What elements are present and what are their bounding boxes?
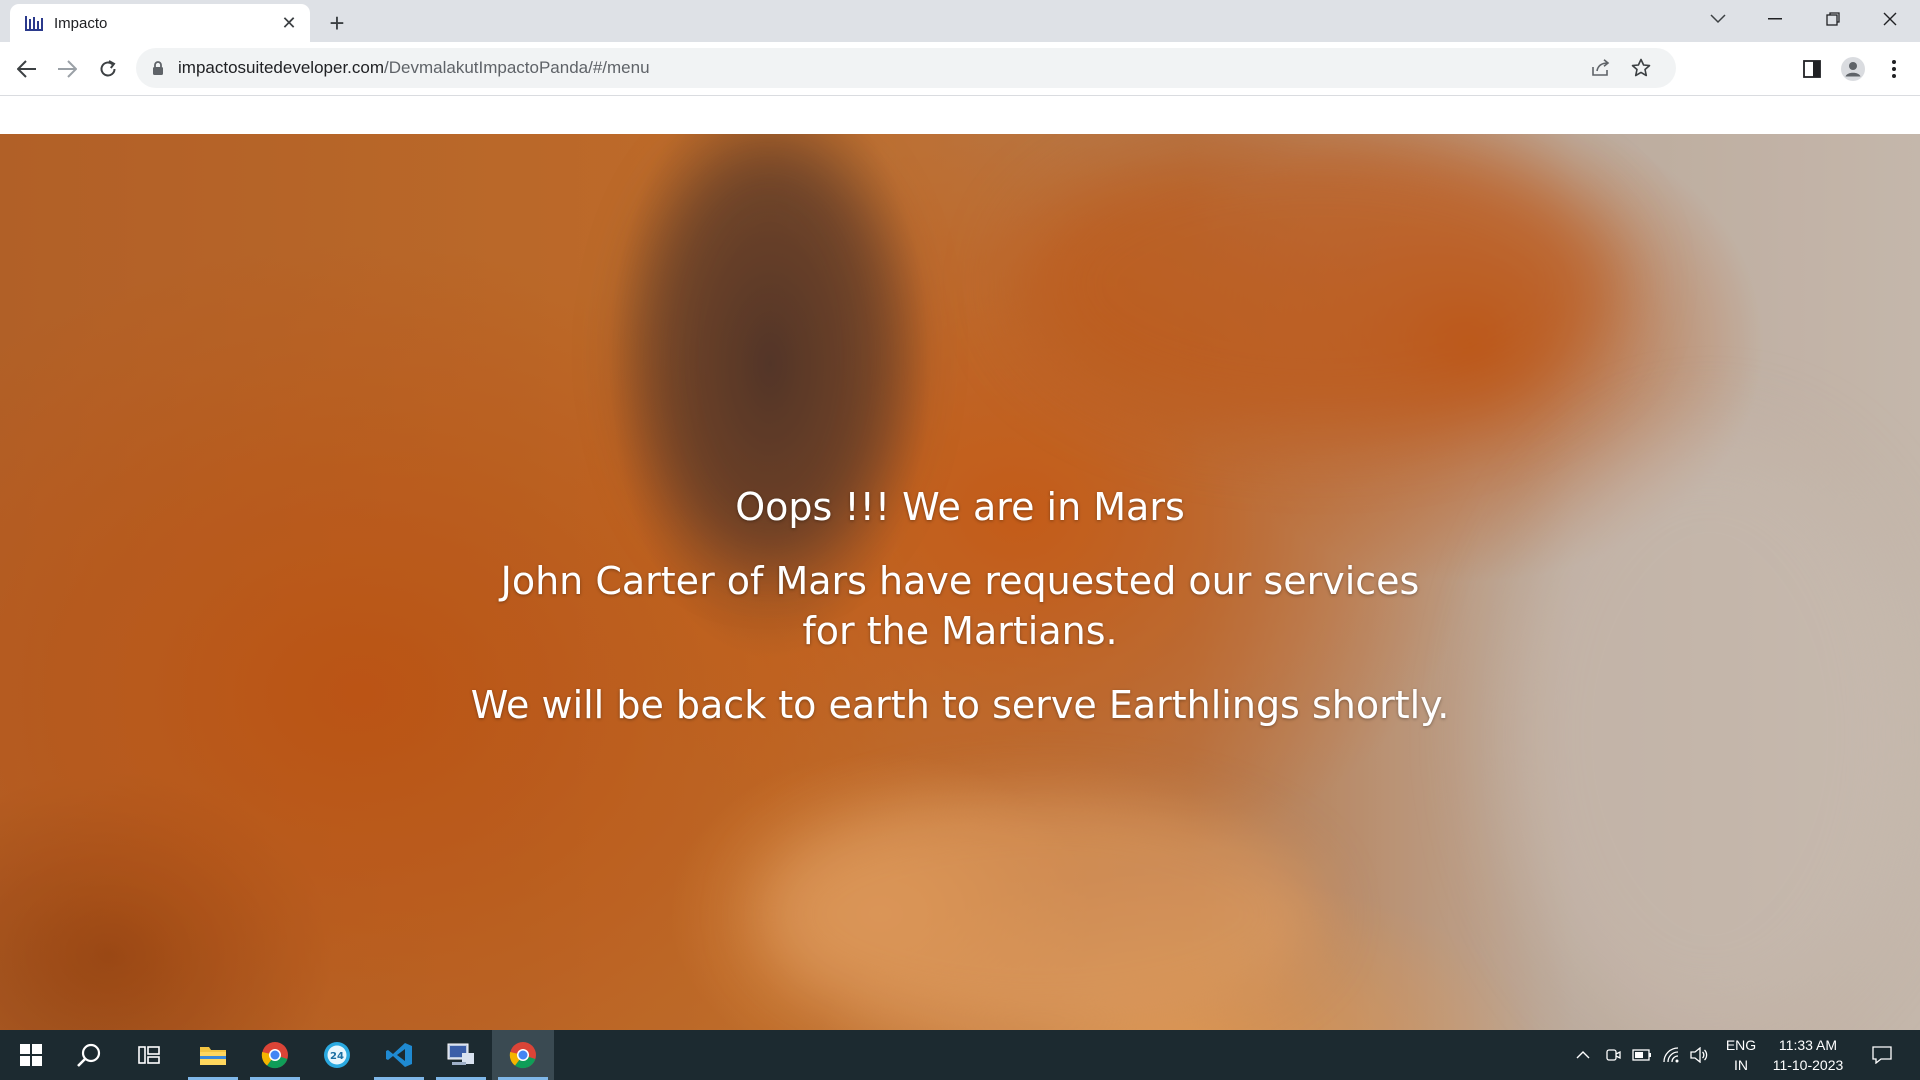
language-indicator[interactable]: ENG IN — [1716, 1030, 1766, 1080]
cat-background-image: Oops !!! We are in Mars John Carter of M… — [0, 134, 1920, 1030]
browser-toolbar: impactosuitedeveloper.com/DevmalakutImpa… — [0, 42, 1920, 96]
clock-time: 11:33 AM — [1778, 1037, 1838, 1053]
message-title: Oops !!! We are in Mars — [735, 485, 1185, 529]
menu-kebab-icon[interactable] — [1877, 52, 1911, 86]
url-text: impactosuitedeveloper.com/DevmalakutImpa… — [178, 58, 650, 77]
chrome-icon[interactable] — [244, 1030, 306, 1080]
windows-taskbar: 24 ENG IN 11:33 AM 11-10-2023 — [0, 1030, 1920, 1080]
wifi-icon[interactable] — [1658, 1030, 1684, 1080]
back-arrow-icon[interactable] — [10, 52, 44, 86]
restore-icon[interactable] — [1805, 0, 1861, 38]
reload-icon[interactable] — [91, 52, 125, 86]
page-header-strip — [0, 97, 1920, 134]
error-message: Oops !!! We are in Mars John Carter of M… — [0, 482, 1920, 754]
file-explorer-icon[interactable] — [182, 1030, 244, 1080]
task-view-icon[interactable] — [118, 1030, 180, 1080]
windows-start-icon[interactable] — [0, 1030, 62, 1080]
chrome-active-icon[interactable] — [492, 1030, 554, 1080]
battery-icon[interactable] — [1629, 1030, 1655, 1080]
browser-tab[interactable]: Impacto ✕ — [10, 4, 310, 42]
message-footer: We will be back to earth to serve Earthl… — [470, 683, 1450, 727]
share-icon[interactable] — [1584, 48, 1618, 88]
meet-now-icon[interactable] — [1600, 1030, 1626, 1080]
app-24-icon[interactable]: 24 — [306, 1030, 368, 1080]
forward-arrow-icon[interactable] — [50, 52, 84, 86]
volume-icon[interactable] — [1686, 1030, 1712, 1080]
address-bar[interactable]: impactosuitedeveloper.com/DevmalakutImpa… — [136, 48, 1676, 88]
tab-search-chevron-icon[interactable] — [1690, 0, 1746, 38]
tab-title: Impacto — [54, 14, 108, 32]
tab-close-icon[interactable]: ✕ — [278, 12, 300, 34]
tray-chevron-up-icon[interactable] — [1570, 1030, 1596, 1080]
search-icon[interactable] — [58, 1030, 120, 1080]
profile-avatar-icon[interactable] — [1836, 52, 1870, 86]
svg-text:24: 24 — [330, 1051, 344, 1062]
new-tab-button[interactable]: + — [322, 8, 352, 38]
lock-icon — [153, 60, 163, 75]
message-body: John Carter of Mars have requested our s… — [500, 559, 1420, 653]
network-app-icon[interactable] — [430, 1030, 492, 1080]
notification-icon[interactable] — [1862, 1030, 1902, 1080]
browser-tabstrip: Impacto ✕ + — [0, 0, 1920, 42]
minimize-icon[interactable] — [1747, 0, 1803, 38]
close-window-icon[interactable] — [1862, 0, 1918, 38]
bookmark-star-icon[interactable] — [1624, 48, 1658, 88]
side-panel-icon[interactable] — [1795, 52, 1829, 86]
impacto-favicon-icon — [25, 16, 43, 31]
clock-date: 11-10-2023 — [1772, 1057, 1844, 1073]
clock[interactable]: 11:33 AM 11-10-2023 — [1768, 1030, 1848, 1080]
vs-code-icon[interactable] — [368, 1030, 430, 1080]
